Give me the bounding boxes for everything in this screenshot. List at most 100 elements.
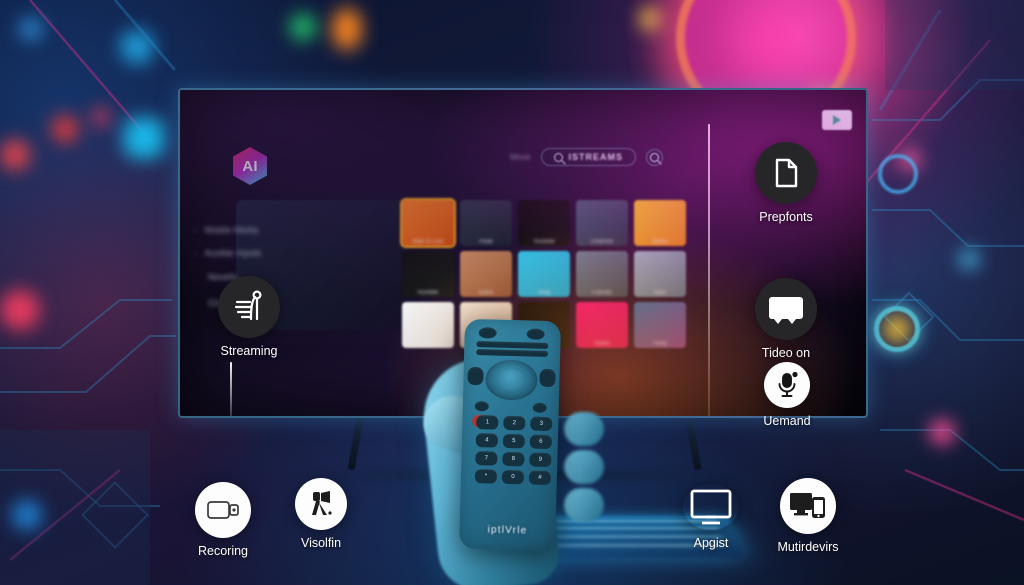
feature-label: Visolfin <box>300 536 342 550</box>
app-tile[interactable]: Extra <box>460 251 512 297</box>
feature-video-on[interactable]: Tideo on <box>738 278 834 360</box>
chevron-right-icon: › <box>194 225 197 235</box>
app-tile[interactable]: Channel <box>576 200 628 246</box>
app-tile-caption: Peak <box>479 239 493 245</box>
remote-key[interactable]: # <box>528 470 552 486</box>
app-tile[interactable]: Music <box>634 200 686 246</box>
bokeh-light <box>124 118 164 158</box>
projector-icon <box>295 478 347 530</box>
feature-label: Recoring <box>197 544 249 558</box>
play-thumbnail-icon <box>822 110 852 130</box>
remote-key[interactable]: * <box>474 469 498 484</box>
feature-visolfin[interactable]: Visolfin <box>278 478 364 550</box>
remote-side-button[interactable] <box>539 368 556 388</box>
remote-top-button[interactable] <box>478 327 497 339</box>
feature-apgist[interactable]: Apgist <box>668 484 754 550</box>
remote-key[interactable]: 3 <box>530 416 553 432</box>
feature-label: Uemand <box>763 414 811 428</box>
bokeh-light <box>884 316 910 342</box>
sidebar-item-1[interactable]: › Auxiliar Inputs <box>194 248 261 258</box>
app-tile[interactable]: Youtube <box>518 200 570 246</box>
bokeh-light <box>20 18 42 40</box>
sidebar-item-0[interactable]: › Mobile Media <box>194 225 258 235</box>
search-input[interactable]: ISTREAMS <box>540 148 637 166</box>
ai-badge-icon: AI <box>233 147 267 185</box>
feature-label: Apgist <box>693 536 729 550</box>
remote-side-button[interactable] <box>467 366 484 386</box>
feature-recording[interactable]: Recoring <box>180 482 266 558</box>
hand-holding-remote: 1 2 3 4 5 6 7 8 9 * 0 # iptlVrle <box>417 300 604 585</box>
tv-screen-icon <box>755 278 817 340</box>
remote-small-button[interactable] <box>474 401 489 412</box>
feature-label: Tideo on <box>761 346 811 360</box>
remote-key[interactable]: 6 <box>529 434 553 450</box>
app-tile-caption: Man in Live <box>412 239 444 245</box>
neon-ring-decoration <box>874 306 920 352</box>
bokeh-light <box>12 500 42 530</box>
app-tile[interactable]: Party <box>634 302 686 348</box>
tv-topbar: More ISTREAMS <box>510 148 664 166</box>
remote-strip-button[interactable] <box>476 341 549 349</box>
remote-dpad[interactable] <box>484 359 538 401</box>
sidebar-item-label: Mobile Media <box>204 225 259 235</box>
remote-key[interactable]: 5 <box>502 433 526 449</box>
app-tile[interactable]: Solo <box>634 251 686 297</box>
bokeh-light <box>290 14 316 40</box>
app-tile[interactable]: Rumble <box>402 251 454 297</box>
app-tile[interactable]: Ring <box>518 251 570 297</box>
search-button[interactable] <box>646 148 664 166</box>
remote-key[interactable]: 7 <box>475 451 498 466</box>
tv-remote-control[interactable]: 1 2 3 4 5 6 7 8 9 * 0 # iptlVrle <box>459 318 561 552</box>
bokeh-light <box>960 250 978 268</box>
app-tile-caption: Rumble <box>417 290 439 296</box>
divider-right <box>708 124 710 416</box>
bokeh-light <box>640 8 662 30</box>
feature-prepfonts[interactable]: Prepfonts <box>740 142 832 224</box>
remote-key[interactable]: 1 <box>476 415 499 430</box>
remote-brand-label: iptlVrle <box>487 524 528 537</box>
search-value: ISTREAMS <box>568 152 624 162</box>
app-tile[interactable]: Man in Live <box>402 200 454 246</box>
chevron-right-icon: › <box>194 248 197 258</box>
remote-key[interactable]: 8 <box>502 451 525 467</box>
feature-label: Prepfonts <box>759 210 813 224</box>
bokeh-light <box>52 116 78 142</box>
bokeh-light <box>0 290 40 330</box>
feature-label: Mutirdevirs <box>777 540 839 554</box>
microphone-icon <box>764 362 810 408</box>
multi-device-icon <box>780 478 836 534</box>
app-tile-caption: Party <box>652 341 667 347</box>
remote-strip-button[interactable] <box>476 349 549 357</box>
remote-key[interactable]: 9 <box>529 452 552 468</box>
remote-top-button[interactable] <box>526 328 545 340</box>
app-tile[interactable]: Friends <box>576 251 628 297</box>
remote-small-button[interactable] <box>532 402 547 413</box>
document-icon <box>755 142 817 204</box>
app-tile-caption: Extra <box>478 290 493 296</box>
neon-ring-decoration <box>878 154 918 194</box>
feature-multidevice[interactable]: Mutirdevirs <box>760 478 856 554</box>
remote-key[interactable]: 2 <box>503 415 526 431</box>
feature-label: Streaming <box>220 344 278 358</box>
app-tile-caption: Solo <box>653 290 666 296</box>
feature-demand[interactable]: Uemand <box>744 362 830 428</box>
search-icon <box>650 152 660 162</box>
remote-key[interactable]: 4 <box>475 433 499 448</box>
app-tile-caption: Youtube <box>533 239 555 245</box>
finger-knuckle <box>564 488 604 522</box>
bokeh-light <box>0 140 30 170</box>
app-tile[interactable]: Peak <box>460 200 512 246</box>
monitor-icon <box>683 484 739 530</box>
bokeh-light <box>900 150 920 170</box>
bokeh-light <box>930 420 954 444</box>
remote-key[interactable]: 0 <box>501 469 525 485</box>
feature-streaming[interactable]: Streaming <box>206 276 292 358</box>
satellite-dish-icon <box>218 276 280 338</box>
search-icon <box>553 152 563 162</box>
more-label[interactable]: More <box>510 152 531 162</box>
bokeh-light <box>92 108 110 126</box>
bokeh-light <box>120 30 154 64</box>
divider-left <box>230 362 232 416</box>
remote-keypad[interactable]: 1 2 3 4 5 6 7 8 9 * 0 # <box>474 415 553 486</box>
sidebar-item-label: Auxiliar Inputs <box>204 248 262 258</box>
